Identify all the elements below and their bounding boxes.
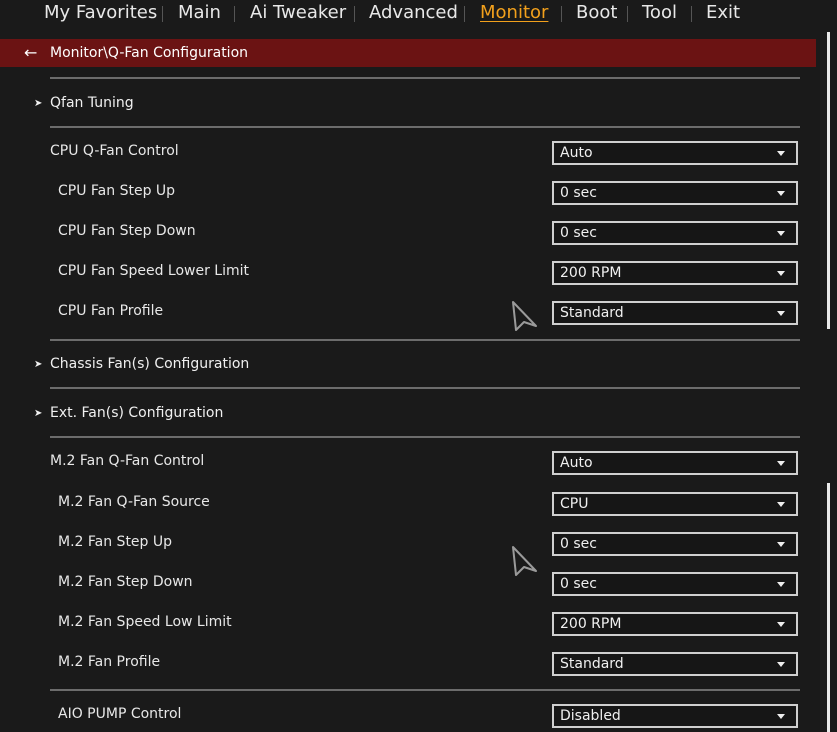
- breadcrumb: ← Monitor\Q-Fan Configuration: [0, 39, 816, 67]
- divider: [50, 689, 800, 691]
- m2-fan-step-up-select[interactable]: 0 sec: [552, 532, 798, 556]
- m2-fan-qfan-control-label: M.2 Fan Q-Fan Control: [50, 453, 205, 469]
- divider: [50, 77, 800, 79]
- caret-down-icon: [777, 311, 785, 316]
- tab-separator: [561, 6, 562, 22]
- m2-fan-qfan-source-select[interactable]: CPU: [552, 492, 798, 516]
- scrollbar-thumb-upper[interactable]: [827, 32, 830, 329]
- m2-fan-profile-select[interactable]: Standard: [552, 652, 798, 676]
- tab-tool[interactable]: Tool: [642, 2, 677, 23]
- tab-separator: [234, 6, 235, 22]
- caret-down-icon: [777, 151, 785, 156]
- divider: [50, 339, 800, 341]
- submenu-chassis-fan-configuration[interactable]: ➤ Chassis Fan(s) Configuration: [34, 356, 249, 372]
- caret-down-icon: [777, 191, 785, 196]
- cpu-qfan-control-select[interactable]: Auto: [552, 141, 798, 165]
- tab-exit[interactable]: Exit: [706, 2, 740, 23]
- top-menu: My Favorites Main Ai Tweaker Advanced Mo…: [0, 0, 837, 28]
- tab-advanced[interactable]: Advanced: [369, 2, 458, 23]
- m2-fan-speed-low-limit-select[interactable]: 200 RPM: [552, 612, 798, 636]
- caret-down-icon: [777, 231, 785, 236]
- m2-fan-step-down-select[interactable]: 0 sec: [552, 572, 798, 596]
- triangle-right-icon: ➤: [34, 408, 43, 419]
- submenu-ext-fan-configuration[interactable]: ➤ Ext. Fan(s) Configuration: [34, 405, 223, 421]
- tab-separator: [162, 6, 163, 22]
- aio-pump-control-select[interactable]: Disabled: [552, 704, 798, 728]
- caret-down-icon: [777, 542, 785, 547]
- cpu-qfan-control-label: CPU Q-Fan Control: [50, 143, 179, 159]
- cpu-fan-speed-lower-limit-select[interactable]: 200 RPM: [552, 261, 798, 285]
- divider: [50, 126, 800, 128]
- cpu-fan-profile-select[interactable]: Standard: [552, 301, 798, 325]
- mouse-cursor-icon: [512, 301, 537, 331]
- m2-fan-step-up-label: M.2 Fan Step Up: [58, 534, 173, 550]
- tab-ai-tweaker[interactable]: Ai Tweaker: [250, 2, 346, 23]
- m2-fan-qfan-control-select[interactable]: Auto: [552, 451, 798, 475]
- mouse-cursor-icon: [512, 546, 537, 576]
- cpu-fan-speed-lower-limit-label: CPU Fan Speed Lower Limit: [58, 263, 250, 279]
- tab-boot[interactable]: Boot: [576, 2, 617, 23]
- cpu-fan-step-down-label: CPU Fan Step Down: [58, 223, 196, 239]
- cpu-fan-step-down-select[interactable]: 0 sec: [552, 221, 798, 245]
- back-arrow-icon[interactable]: ←: [24, 43, 37, 62]
- triangle-right-icon: ➤: [34, 359, 43, 370]
- scrollbar-thumb-lower[interactable]: [827, 483, 830, 732]
- divider: [50, 436, 800, 438]
- caret-down-icon: [777, 271, 785, 276]
- m2-fan-step-down-label: M.2 Fan Step Down: [58, 574, 193, 590]
- caret-down-icon: [777, 662, 785, 667]
- bios-screen: My Favorites Main Ai Tweaker Advanced Mo…: [0, 0, 837, 732]
- m2-fan-profile-label: M.2 Fan Profile: [58, 654, 161, 670]
- tab-my-favorites[interactable]: My Favorites: [44, 2, 157, 23]
- tab-main[interactable]: Main: [178, 2, 221, 23]
- cpu-fan-profile-label: CPU Fan Profile: [58, 303, 164, 319]
- divider: [50, 387, 800, 389]
- tab-separator: [464, 6, 465, 22]
- caret-down-icon: [777, 461, 785, 466]
- tab-separator: [354, 6, 355, 22]
- breadcrumb-path: Monitor\Q-Fan Configuration: [50, 45, 249, 61]
- caret-down-icon: [777, 582, 785, 587]
- m2-fan-speed-low-limit-label: M.2 Fan Speed Low Limit: [58, 614, 232, 630]
- m2-fan-qfan-source-label: M.2 Fan Q-Fan Source: [58, 494, 210, 510]
- tab-monitor[interactable]: Monitor: [480, 2, 548, 23]
- tab-separator: [691, 6, 692, 22]
- aio-pump-control-label: AIO PUMP Control: [58, 706, 182, 722]
- caret-down-icon: [777, 714, 785, 719]
- cpu-fan-step-up-label: CPU Fan Step Up: [58, 183, 176, 199]
- caret-down-icon: [777, 622, 785, 627]
- triangle-right-icon: ➤: [34, 98, 43, 109]
- caret-down-icon: [777, 502, 785, 507]
- tab-separator: [627, 6, 628, 22]
- submenu-qfan-tuning[interactable]: ➤ Qfan Tuning: [34, 95, 134, 111]
- cpu-fan-step-up-select[interactable]: 0 sec: [552, 181, 798, 205]
